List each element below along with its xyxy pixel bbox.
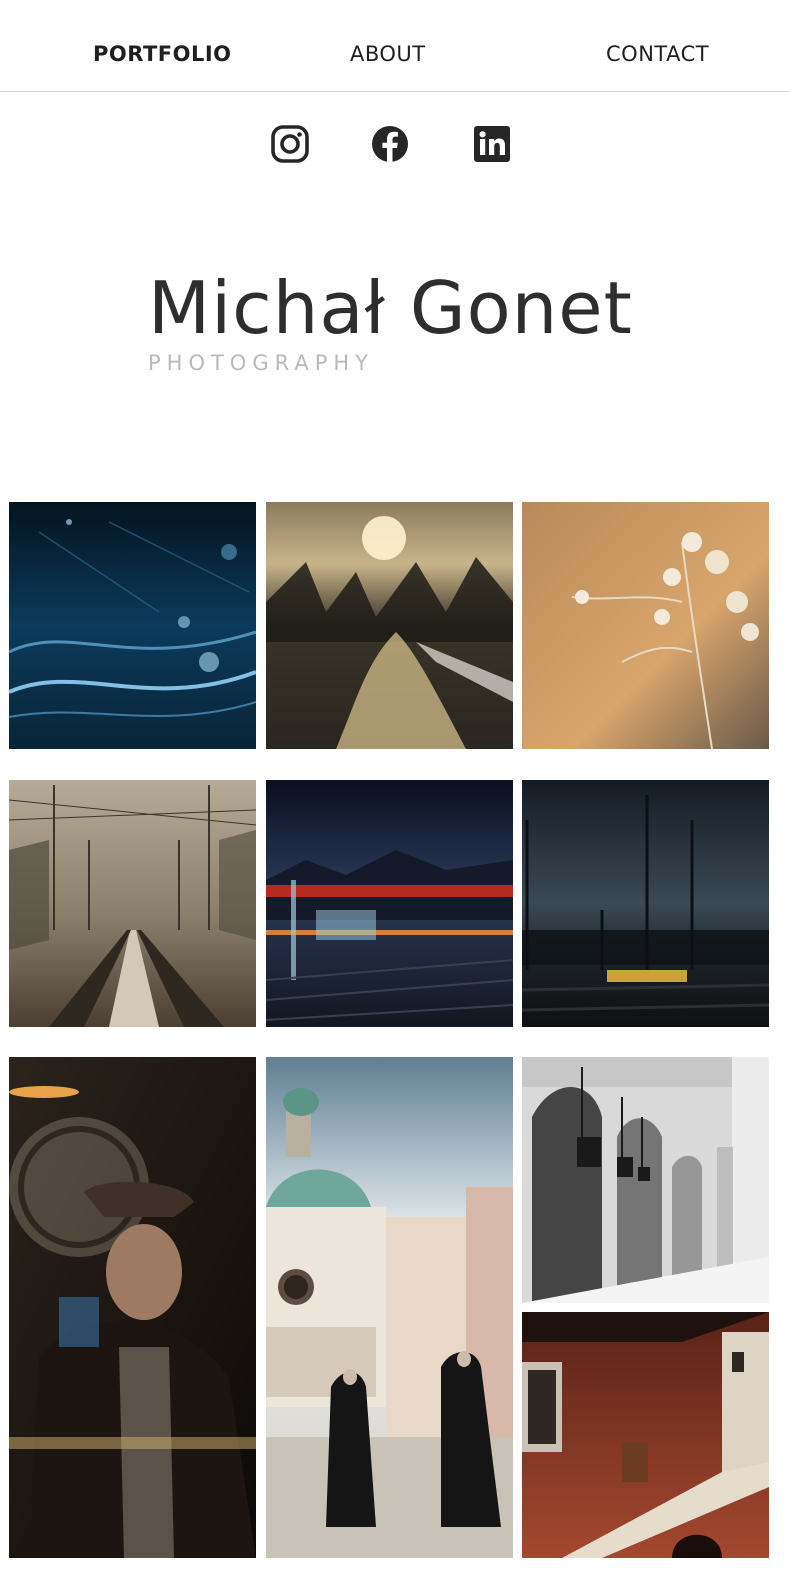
gallery-photo-river-sunset[interactable] [266, 502, 513, 749]
gallery-photo-man-in-hat[interactable] [9, 1057, 256, 1558]
site-subtitle: PHOTOGRAPHY [148, 351, 375, 375]
gallery-photo-train-night[interactable] [266, 780, 513, 1027]
social-links [0, 124, 789, 168]
gallery-photo-railway-dusk[interactable] [522, 780, 769, 1027]
gallery-photo-nuns-old-town[interactable] [266, 1057, 513, 1558]
gallery-photo-cloth-hall-arcade[interactable] [522, 1057, 769, 1303]
gallery-photo-dried-flower[interactable] [522, 502, 769, 749]
nav-contact-link[interactable]: CONTACT [606, 40, 709, 68]
instagram-icon[interactable] [270, 124, 310, 164]
nav-about-link[interactable]: ABOUT [350, 40, 426, 68]
linkedin-icon[interactable] [472, 124, 512, 164]
top-navigation: PORTFOLIO ABOUT CONTACT [0, 0, 789, 92]
nav-portfolio-link[interactable]: PORTFOLIO [93, 40, 232, 68]
gallery-photo-brick-courtyard[interactable] [522, 1312, 769, 1558]
site-title: Michał Gonet [148, 266, 633, 350]
facebook-icon[interactable] [370, 124, 410, 164]
site-branding: Michał Gonet PHOTOGRAPHY [148, 268, 633, 378]
gallery-photo-railway-tracks[interactable] [9, 780, 256, 1027]
gallery-photo-ice[interactable] [9, 502, 256, 749]
